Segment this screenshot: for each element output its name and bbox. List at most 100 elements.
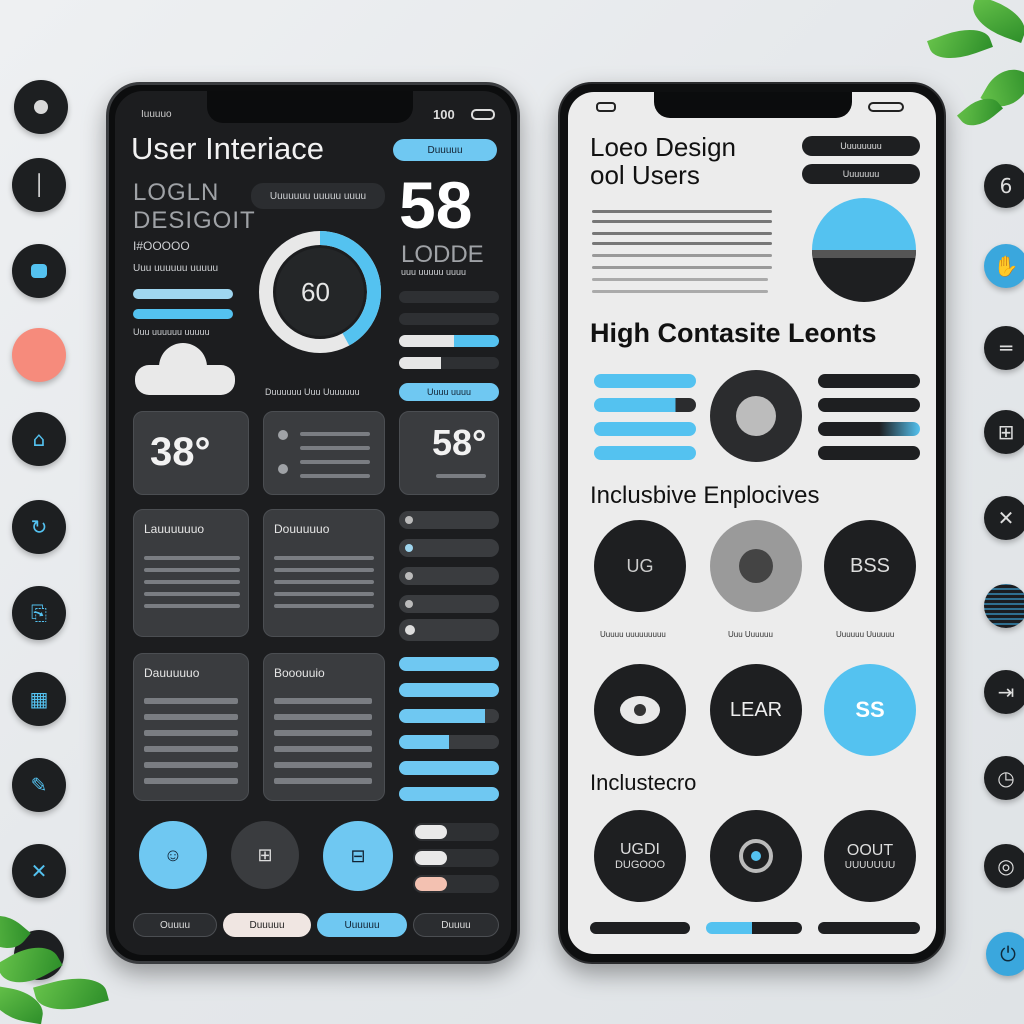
smile-button[interactable]: ☺ <box>139 821 207 889</box>
target-button[interactable] <box>710 810 802 902</box>
contrast-dial[interactable] <box>710 370 802 462</box>
bottom-bar-2[interactable] <box>706 922 802 934</box>
clock-icon[interactable]: ◷ <box>984 756 1024 800</box>
toggle-row-4[interactable] <box>399 595 499 613</box>
minus-icon[interactable]: ═ <box>984 326 1024 370</box>
option-label: UG <box>626 555 654 576</box>
notch <box>654 92 852 118</box>
slider-3[interactable] <box>399 709 499 723</box>
ss-button[interactable]: SS <box>824 664 916 756</box>
clipboard-icon[interactable]: ⎘ <box>12 586 66 640</box>
table-icon: ⊟ <box>350 845 366 866</box>
close-icon[interactable]: ✕ <box>984 496 1024 540</box>
slider-6[interactable] <box>399 787 499 801</box>
content-card-4[interactable]: Booouuio <box>263 653 385 801</box>
grid-button[interactable]: ⊞ <box>231 821 299 889</box>
header-pill-1[interactable]: Uuuuuuuu <box>802 136 920 156</box>
card-title: Booouuio <box>274 666 325 680</box>
tile-value: 38° <box>150 430 211 474</box>
cloud-icon <box>135 343 235 395</box>
page-title: User Interiace <box>131 131 324 166</box>
power-icon[interactable]: ⏻ <box>986 932 1024 976</box>
slider-4[interactable] <box>399 735 499 749</box>
dropdown-select[interactable]: Uuuuuuu uuuuu uuuu <box>251 183 385 209</box>
contrast-slider-3[interactable] <box>594 422 696 436</box>
slider-1[interactable] <box>399 657 499 671</box>
target-icon[interactable]: ◎ <box>984 844 1024 888</box>
refresh-icon[interactable]: ↻ <box>12 500 66 554</box>
slider-2[interactable] <box>399 683 499 697</box>
lock-icon[interactable]: ⌂ <box>12 412 66 466</box>
temperature-tile-2[interactable]: 58° <box>399 411 499 495</box>
light-phone: Loeo Design ool Users Uuuuuuuu Uuuuuuu H… <box>558 82 946 964</box>
exit-icon[interactable]: ⇥ <box>984 670 1024 714</box>
close-icon[interactable]: ✕ <box>12 844 66 898</box>
bottom-button-3[interactable]: Uuuuuu <box>317 913 407 937</box>
chat-icon[interactable] <box>12 244 66 298</box>
contrast-bar-1[interactable] <box>818 374 920 388</box>
stack-bar-3[interactable] <box>399 335 499 347</box>
temperature-tile-1[interactable]: 38° <box>133 411 249 495</box>
section-heading-1: High Contasite Leonts <box>590 318 877 348</box>
option-circle-6[interactable]: OOUT UUUUUUU <box>824 810 916 902</box>
info-icon[interactable]: │ <box>12 158 66 212</box>
notch <box>207 91 413 123</box>
contrast-bar-2[interactable] <box>818 398 920 412</box>
light-phone-screen: Loeo Design ool Users Uuuuuuuu Uuuuuuu H… <box>568 92 936 954</box>
tile-value: 58° <box>432 422 487 463</box>
content-card-3[interactable]: Dauuuuuo <box>133 653 249 801</box>
mini-toggle-1[interactable] <box>413 823 499 841</box>
big-number: 58 <box>399 168 473 242</box>
content-card-2[interactable]: Douuuuuo <box>263 509 385 637</box>
number-icon[interactable]: 6 <box>984 164 1024 208</box>
bottom-button-4[interactable]: Duuuu <box>413 913 499 937</box>
grid-icon[interactable]: ▦ <box>12 672 66 726</box>
stack-bar-4[interactable] <box>399 357 499 369</box>
option-label: OOUT <box>846 841 894 859</box>
learn-button[interactable]: LEAR <box>710 664 802 756</box>
contrast-slider-2[interactable] <box>594 398 696 412</box>
top-pill-button[interactable]: Duuuuu <box>393 139 497 161</box>
battery-icon <box>471 109 495 120</box>
bottom-button-2[interactable]: Duuuuu <box>223 913 311 937</box>
option-circle-1[interactable]: UG <box>594 520 686 612</box>
toggle-row-1[interactable] <box>399 511 499 529</box>
option-circle-2[interactable] <box>710 520 802 612</box>
eye-button[interactable] <box>594 664 686 756</box>
slider-5[interactable] <box>399 761 499 775</box>
record-icon[interactable] <box>14 80 68 134</box>
logo-caption: Uuu uuuuuu uuuuu <box>133 263 219 274</box>
dark-phone: Iuuuuo 100 User Interiace Duuuuu LOGLN D… <box>106 82 520 964</box>
blue-action-button[interactable]: Uuuu uuuu <box>399 383 499 401</box>
stripes-icon[interactable] <box>984 584 1024 628</box>
blue-bar-1 <box>133 289 233 299</box>
bottom-bar-1[interactable] <box>590 922 690 934</box>
option-circle-3[interactable]: BSS <box>824 520 916 612</box>
contrast-slider-1[interactable] <box>594 374 696 388</box>
header-pill-2[interactable]: Uuuuuuu <box>802 164 920 184</box>
mini-toggle-2[interactable] <box>413 849 499 867</box>
blue-bar-2 <box>133 309 233 319</box>
bottom-bar-3[interactable] <box>818 922 920 934</box>
toggle-row-5[interactable] <box>399 619 499 641</box>
status-icon <box>868 102 904 112</box>
card-title: Dauuuuuo <box>144 666 200 680</box>
content-card-1[interactable]: Lauuuuuuo <box>133 509 249 637</box>
gauge-value: 60 <box>301 277 330 307</box>
contrast-slider-4[interactable] <box>594 446 696 460</box>
mini-toggle-3[interactable] <box>413 875 499 893</box>
bottom-button-1[interactable]: Ouuuu <box>133 913 217 937</box>
toggle-row-2[interactable] <box>399 539 499 557</box>
coral-circle-icon[interactable] <box>12 328 66 382</box>
contrast-bar-4[interactable] <box>818 446 920 460</box>
table-button[interactable]: ⊟ <box>323 821 393 891</box>
toggle-row-3[interactable] <box>399 567 499 585</box>
contrast-bar-3[interactable] <box>818 422 920 436</box>
grid-icon[interactable]: ⊞ <box>984 410 1024 454</box>
edit-icon[interactable]: ✎ <box>12 758 66 812</box>
list-tile[interactable] <box>263 411 385 495</box>
option-circle-4[interactable]: UGDI DUGOOO <box>594 810 686 902</box>
option-sub: UUUUUUU <box>844 859 896 871</box>
logo-sub: I#OOOOO <box>133 239 190 253</box>
hand-icon[interactable]: ✋ <box>984 244 1024 288</box>
